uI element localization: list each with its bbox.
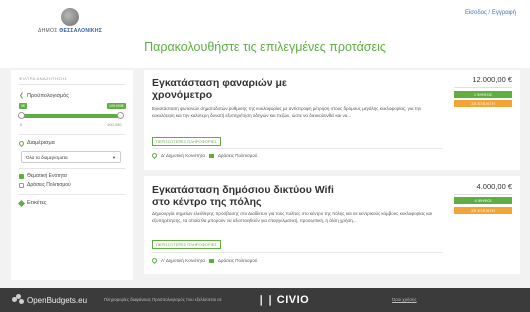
district-title-label: Διαμέρισμα <box>27 140 55 146</box>
proposal-category[interactable]: Δράσεις Πολιτισμού <box>218 258 257 263</box>
district-filter-title: Διαμέρισμα <box>17 139 55 147</box>
civio-mark-icon: ❘❘ <box>257 294 275 306</box>
openbudgets-mark-icon <box>12 294 24 306</box>
filters-header: ΦΙΛΤΡΑ ΑΝΑΖΗΤΗΣΗΣ <box>19 76 68 81</box>
folder-icon <box>208 258 214 263</box>
logo-text: ΔΗΜΟΣ ΘΕΣΣΑΛΟΝΙΚΗΣ <box>38 28 103 34</box>
footer: OpenBudgets.eu Πληροφορίες διαφάνειας Πρ… <box>0 288 530 312</box>
checkbox-empty-icon <box>19 182 24 188</box>
price-divider <box>454 194 512 195</box>
civio-logo[interactable]: ❘❘ CIVIO <box>257 294 309 306</box>
login-register-link[interactable]: Είσοδος / Εγγραφή <box>465 10 516 16</box>
proposal-price: 12.000,00 € <box>472 75 512 84</box>
budget-max-tooltip: 100.000€ <box>107 103 126 109</box>
filters-sidebar: ΦΙΛΤΡΑ ΑΝΑΖΗΤΗΣΗΣ ❮ Προϋπολογισμός 0€ 10… <box>11 70 133 280</box>
terms-link[interactable]: Όροι χρήσης <box>392 297 417 302</box>
proposal-title[interactable]: Εγκατάσταση φαναριών με χρονόμετρο <box>152 77 287 101</box>
map-pin-icon <box>17 139 26 147</box>
card-divider <box>152 148 442 149</box>
votes-badge: 4 ΨΗΦΟΙ <box>454 197 512 204</box>
more-info-button[interactable]: ΠΕΡΙΣΣΟΤΕΡΕΣ ΠΛΗΡΟΦΟΡΙΕΣ <box>152 137 221 146</box>
proposal-category[interactable]: Δράσεις Πολιτισμού <box>218 153 257 158</box>
budget-max-handle[interactable] <box>117 112 124 119</box>
tag-icon <box>17 199 26 207</box>
footer-credit-text: Πληροφορίες διαφάνειας Προϋπολογισμός πο… <box>104 297 222 302</box>
category-label: Θεματική Ενότητα <box>27 173 67 179</box>
page-title: Παρακολουθήστε τις επιλεγμένες προτάσεις <box>144 40 386 54</box>
proposal-district[interactable]: Α' Δημοτική Κοινότητα <box>161 258 205 263</box>
category-label: Δράσεις Πολιτισμού <box>27 182 71 188</box>
municipality-logo[interactable]: ΔΗΜΟΣ ΘΕΣΣΑΛΟΝΙΚΗΣ <box>38 8 108 38</box>
proposal-description: Εγκατάσταση φωτεινών σηματοδοτών ρύθμιση… <box>152 106 422 118</box>
budget-min-tooltip: 0€ <box>19 103 27 109</box>
openbudgets-brand: OpenBudgets.eu <box>27 295 88 305</box>
municipality-emblem-icon <box>61 8 79 26</box>
proposal-price-column: 12.000,00 € 1 ΨΗΦΟΣ ΣΕ ΕΞΕΛΙΞΗ <box>454 70 512 170</box>
category-checkbox-culture[interactable]: Δράσεις Πολιτισμού <box>19 182 71 188</box>
budget-title-label: Προϋπολογισμός <box>27 92 69 99</box>
proposal-title[interactable]: Εγκατάσταση δημόσιου δικτύου Wifi στο κέ… <box>152 184 334 208</box>
map-pin-icon <box>150 256 159 265</box>
civio-brand: CIVIO <box>276 294 310 306</box>
proposal-price-column: 4.000,00 € 4 ΨΗΦΟΙ ΣΕ ΕΞΕΛΙΞΗ <box>454 176 512 274</box>
status-badge: ΣΕ ΕΞΕΛΙΞΗ <box>454 100 512 107</box>
more-info-button[interactable]: ΠΕΡΙΣΣΟΤΕΡΕΣ ΠΛΗΡΟΦΟΡΙΕΣ <box>152 240 221 249</box>
divider <box>19 84 125 85</box>
tags-filter-title[interactable]: Ετικέτες <box>17 199 47 207</box>
price-divider <box>454 87 512 88</box>
budget-filter-title: ❮ Προϋπολογισμός <box>19 92 69 100</box>
tags-title-label: Ετικέτες <box>27 200 47 206</box>
budget-min-handle[interactable] <box>18 112 25 119</box>
sliders-icon: ❮ <box>19 93 25 99</box>
divider <box>19 194 125 195</box>
proposal-price: 4.000,00 € <box>476 182 512 191</box>
chevron-down-icon: ▼ <box>112 155 116 160</box>
district-select[interactable]: Όλα τα διαμερίσματα ▼ <box>21 151 121 163</box>
proposal-meta: Α' Δημοτική Κοινότητα Δράσεις Πολιτισμού <box>150 256 257 265</box>
budget-max-value: 100.000 <box>107 122 122 127</box>
proposal-title-line: Εγκατάσταση δημόσιου δικτύου Wifi <box>152 184 334 196</box>
proposal-description: Δημιουργία σημείων ελεύθερης πρόσβασης σ… <box>152 211 433 223</box>
proposal-title-line: Εγκατάσταση φαναριών με <box>152 77 287 89</box>
category-checkbox-theme[interactable]: Θεματική Ενότητα <box>19 173 67 179</box>
divider <box>19 134 125 135</box>
top-bar: ΔΗΜΟΣ ΘΕΣΣΑΛΟΝΙΚΗΣ Είσοδος / Εγγραφή Παρ… <box>0 0 530 68</box>
proposal-card: Εγκατάσταση φαναριών με χρονόμετρο Εγκατ… <box>144 70 520 170</box>
map-pin-icon <box>150 151 159 160</box>
folder-icon <box>208 153 214 158</box>
proposal-card: Εγκατάσταση δημόσιου δικτύου Wifi στο κέ… <box>144 176 520 274</box>
openbudgets-logo[interactable]: OpenBudgets.eu <box>12 294 87 306</box>
divider <box>19 168 125 169</box>
proposal-title-line: χρονόμετρο <box>152 89 213 101</box>
proposal-title-line: στο κέντρο της πόλης <box>152 196 262 208</box>
checkbox-checked-icon <box>19 173 24 179</box>
budget-range-slider[interactable] <box>21 114 121 118</box>
card-divider <box>152 252 442 253</box>
proposal-meta: Δ' Δημοτική Κοινότητα Δράσεις Πολιτισμού <box>150 151 257 160</box>
status-badge: ΣΕ ΕΞΕΛΙΞΗ <box>454 207 512 214</box>
district-select-value: Όλα τα διαμερίσματα <box>26 155 68 160</box>
votes-badge: 1 ΨΗΦΟΣ <box>454 91 512 98</box>
proposal-district[interactable]: Δ' Δημοτική Κοινότητα <box>161 153 205 158</box>
budget-min-value: 0 <box>20 122 23 127</box>
